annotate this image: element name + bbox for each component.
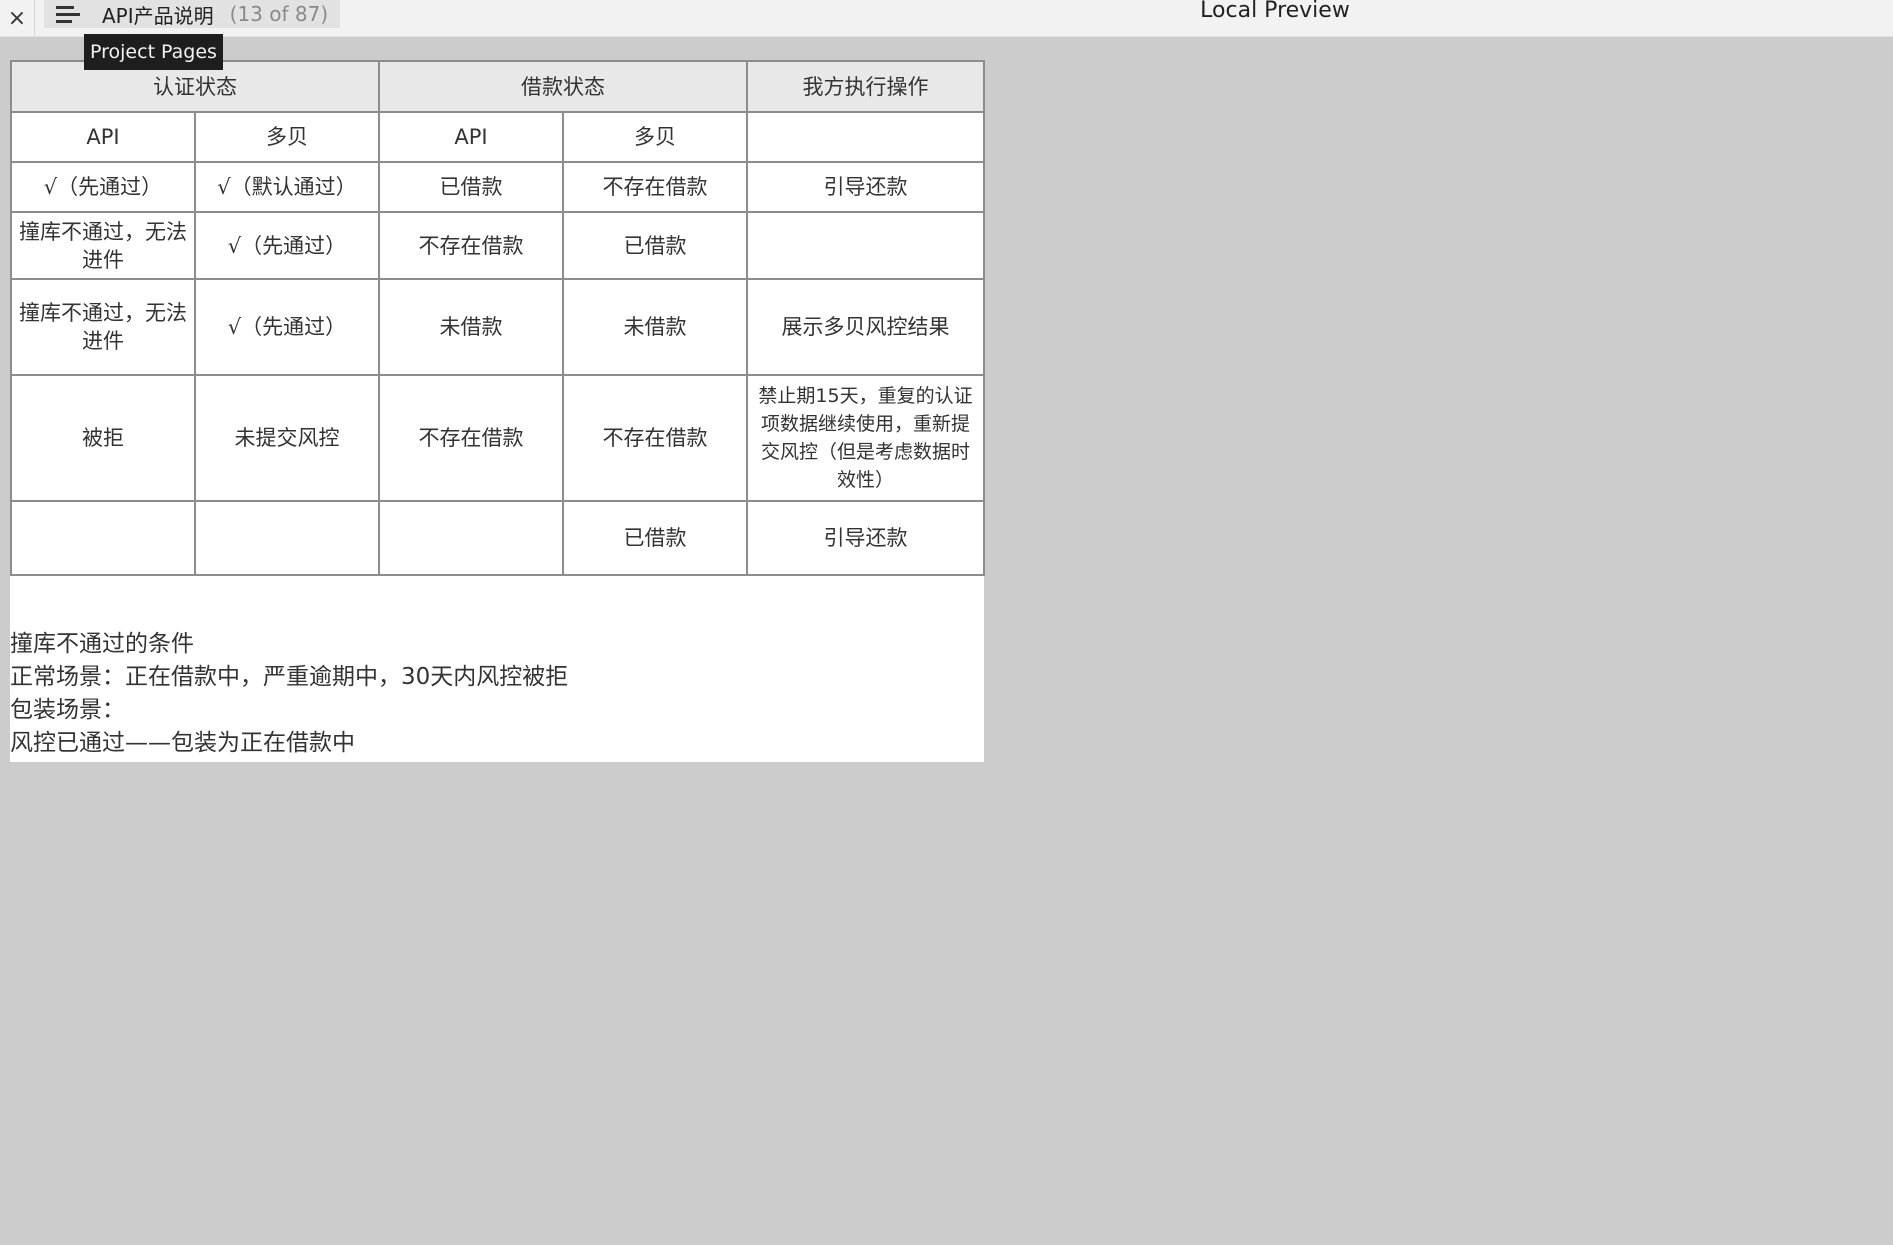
table-cell: [746, 211, 985, 280]
note-line: 风控已通过——包装为正在借款中: [10, 730, 355, 756]
table-row: 撞库不通过，无法进件 √（先通过） 不存在借款 已借款: [10, 211, 985, 280]
subheader-api: API: [10, 111, 196, 163]
table-row: 被拒 未提交风控 不存在借款 不存在借款 禁止期15天，重复的认证项数据继续使用…: [10, 374, 985, 502]
table-cell: 引导还款: [746, 161, 985, 213]
table-cell: [10, 500, 196, 576]
note-line: 包装场景：: [10, 697, 125, 723]
table-cell: 未借款: [378, 278, 564, 376]
table-cell: 不存在借款: [562, 374, 748, 502]
subheader-duobei: 多贝: [194, 111, 380, 163]
header-our-action: 我方执行操作: [746, 60, 985, 113]
subheader-empty: [746, 111, 985, 163]
table-cell: 不存在借款: [378, 374, 564, 502]
header-loan-status: 借款状态: [378, 60, 748, 113]
notes-section: 撞库不通过的条件 正常场景：正在借款中，严重逾期中，30天内风控被拒 包装场景：…: [10, 628, 568, 760]
note-line: 撞库不通过的条件: [10, 631, 194, 657]
table-cell: [194, 500, 380, 576]
table-cell: 未借款: [562, 278, 748, 376]
table-cell: 不存在借款: [378, 211, 564, 280]
table-cell: 未提交风控: [194, 374, 380, 502]
status-table: 认证状态 借款状态 我方执行操作 API 多贝 API 多贝 √（先通过） √（…: [10, 60, 985, 576]
table-cell: √（先通过）: [194, 278, 380, 376]
table-cell: √（先通过）: [194, 211, 380, 280]
table-row: 撞库不通过，无法进件 √（先通过） 未借款 未借款 展示多贝风控结果: [10, 278, 985, 376]
table-cell: 已借款: [562, 211, 748, 280]
table-cell: 已借款: [562, 500, 748, 576]
table-cell: [378, 500, 564, 576]
table-row: √（先通过） √（默认通过） 已借款 不存在借款 引导还款: [10, 161, 985, 213]
table-cell: 展示多贝风控结果: [746, 278, 985, 376]
document-title: API产品说明: [102, 3, 214, 28]
page-count: (13 of 87): [229, 2, 329, 26]
table-cell: 撞库不通过，无法进件: [10, 211, 196, 280]
table-row: 已借款 引导还款: [10, 500, 985, 576]
subheader-api: API: [378, 111, 564, 163]
table-cell: 禁止期15天，重复的认证项数据继续使用，重新提交风控（但是考虑数据时效性）: [746, 374, 985, 502]
local-preview-label: Local Preview: [1200, 0, 1350, 23]
table-cell: 撞库不通过，无法进件: [10, 278, 196, 376]
menu-icon[interactable]: [56, 3, 82, 25]
close-icon[interactable]: ×: [0, 0, 35, 36]
project-pages-tab[interactable]: API产品说明 (13 of 87): [44, 0, 340, 28]
top-toolbar: × API产品说明 (13 of 87) Local Preview: [0, 0, 1893, 37]
table-cell: 不存在借款: [562, 161, 748, 213]
table-cell: 引导还款: [746, 500, 985, 576]
table-cell: 被拒: [10, 374, 196, 502]
table-cell: √（默认通过）: [194, 161, 380, 213]
note-line: 正常场景：正在借款中，严重逾期中，30天内风控被拒: [10, 664, 569, 690]
table-cell: 已借款: [378, 161, 564, 213]
subheader-duobei: 多贝: [562, 111, 748, 163]
document-page: 认证状态 借款状态 我方执行操作 API 多贝 API 多贝 √（先通过） √（…: [10, 60, 985, 762]
table-cell: √（先通过）: [10, 161, 196, 213]
project-pages-tooltip: Project Pages: [84, 34, 223, 70]
